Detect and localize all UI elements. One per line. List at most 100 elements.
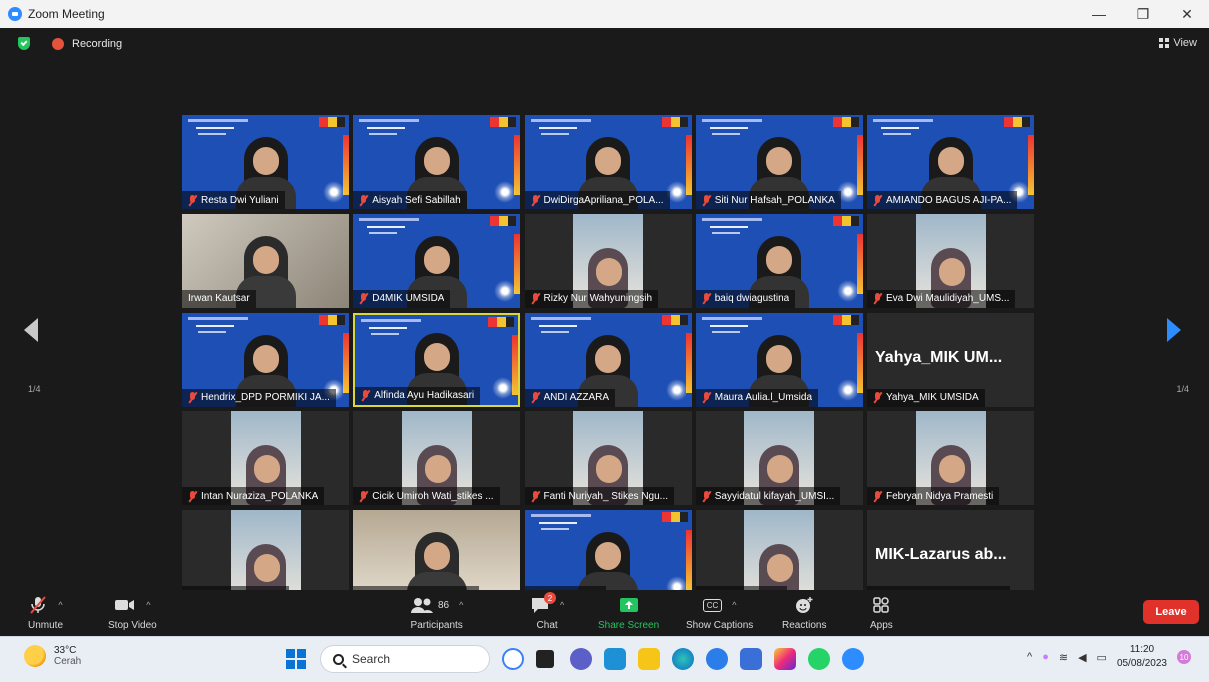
participant-tile[interactable]: Fanti Nuriyah_ Stikes Ngu... [524, 411, 692, 506]
participant-name-bar: DwiDirgaApriliana_POLA... [524, 191, 670, 209]
participant-tile[interactable]: Rizky Nur Wahyuningsih [524, 213, 692, 308]
event-banner-stripe [514, 135, 521, 195]
bing-icon[interactable] [502, 648, 524, 670]
store-icon[interactable] [740, 648, 762, 670]
participant-tile[interactable]: Alfinda Ayu Hadikasari [353, 312, 521, 407]
participant-tile[interactable]: Eva Dwi Maulidiyah_UMS... [867, 213, 1034, 308]
notification-badge[interactable]: 10 [1177, 650, 1191, 664]
participant-tile[interactable]: Cicik Umiroh Wati_stikes ... [353, 411, 521, 506]
chevron-up-icon[interactable]: ^ [1027, 651, 1032, 663]
participant-name-bar: Yahya_MIK UMSIDA [867, 388, 985, 407]
participant-tile[interactable]: ANDI AZZARA [524, 312, 692, 407]
restore-button[interactable]: ❐ [1121, 0, 1165, 28]
sunburst-decoration [492, 376, 515, 399]
participant-tile[interactable]: Febryan Nidya Pramesti [867, 411, 1034, 506]
search-placeholder: Search [352, 652, 391, 666]
participant-tile[interactable]: Irwan Kautsar [182, 213, 349, 308]
task-view-icon[interactable] [536, 650, 554, 668]
participant-name-bar: Maura Aulia.l_Umsida [695, 388, 819, 407]
edge-browser-icon[interactable] [672, 648, 694, 670]
view-button[interactable]: View [1159, 37, 1197, 49]
recording-label[interactable]: Recording [72, 38, 122, 50]
close-button[interactable]: ✕ [1165, 0, 1209, 28]
participant-name-bar: Aisyah Sefi Sabillah [353, 191, 467, 209]
participant-name-bar: ANDI AZZARA [524, 388, 616, 407]
whatsapp-icon[interactable] [808, 648, 830, 670]
event-banner-stripe [856, 332, 863, 393]
event-banner-text [711, 330, 740, 333]
participant-tile[interactable]: baiq dwiagustina [695, 213, 863, 308]
participant-tile[interactable]: Aisyah Sefi Sabillah [353, 115, 521, 209]
minimize-button[interactable]: — [1077, 0, 1121, 28]
windows-start-icon[interactable] [286, 649, 306, 669]
participant-tile[interactable]: DwiDirgaApriliana_POLA... [524, 115, 692, 209]
file-explorer-icon[interactable] [638, 648, 660, 670]
event-banner-text [196, 127, 234, 129]
participant-tile[interactable]: Yahya_MIK UM... Yahya_MIK UMSIDA [867, 312, 1034, 407]
event-banner-text [198, 133, 226, 135]
speaker-icon[interactable]: ◀ [1078, 651, 1086, 664]
participant-name: baiq dwiagustina [714, 293, 790, 305]
chevron-up-icon[interactable]: ^ [146, 600, 150, 610]
participant-tile[interactable]: Resta Dwi Yuliani [182, 115, 349, 209]
participant-tile[interactable]: Intan Nuraziza_POLANKA [182, 411, 349, 506]
leave-button[interactable]: Leave [1143, 600, 1199, 624]
chevron-up-icon[interactable]: ^ [58, 600, 62, 610]
chevron-up-icon[interactable]: ^ [459, 600, 463, 610]
battery-icon[interactable]: ▭ [1097, 651, 1107, 664]
participant-tile[interactable]: Sayyidatul kifayah_UMSI... [695, 411, 863, 506]
event-banner-text [711, 133, 740, 135]
chat-button[interactable]: 2 ^ Chat [530, 592, 564, 631]
participant-tile[interactable]: Hendrix_DPD PORMIKI JA... [182, 312, 349, 407]
reactions-button[interactable]: Reactions [782, 594, 826, 631]
prev-page-button[interactable] [20, 318, 50, 358]
next-page-button[interactable] [1165, 318, 1195, 358]
share-screen-label: Share Screen [598, 620, 660, 631]
security-shield-icon[interactable] [18, 37, 30, 50]
weather-widget[interactable]: 33°C Cerah [24, 645, 81, 667]
participant-tile[interactable]: D4MIK UMSIDA [353, 213, 521, 308]
participant-tile[interactable]: Siti Nur Hafsah_POLANKA [695, 115, 863, 209]
mic-icon[interactable]: ● [1042, 651, 1049, 663]
participant-name: AMIANDO BAGUS AJI-PA... [886, 194, 1012, 206]
event-banner-corner [832, 117, 859, 127]
participant-name-bar: Resta Dwi Yuliani [182, 191, 285, 209]
unmute-label: Unmute [28, 620, 64, 631]
mic-muted-icon [531, 293, 540, 304]
page-indicator-left: 1/4 [28, 384, 41, 394]
apps-button[interactable]: Apps [870, 594, 893, 631]
participant-name-bar: Fanti Nuriyah_ Stikes Ngu... [524, 487, 674, 506]
app-icon[interactable] [706, 648, 728, 670]
wifi-icon[interactable]: ≋ [1059, 651, 1068, 664]
mic-muted-icon [702, 194, 711, 206]
instagram-icon[interactable] [774, 648, 796, 670]
event-banner-stripe [514, 233, 521, 294]
video-camera-icon [115, 600, 135, 610]
event-banner-logo [530, 514, 591, 517]
window-title: Zoom Meeting [28, 7, 105, 21]
event-banner-stripe [343, 135, 349, 195]
mic-muted-icon [531, 194, 540, 206]
share-screen-button[interactable]: Share Screen [598, 594, 659, 631]
mic-muted-icon [361, 390, 370, 401]
unmute-button[interactable]: ^ Unmute [28, 594, 63, 631]
event-banner-stripe [343, 332, 349, 393]
app-icon[interactable] [604, 648, 626, 670]
chevron-up-icon[interactable]: ^ [560, 600, 564, 610]
weather-condition: Cerah [54, 656, 82, 667]
event-banner-text [709, 127, 748, 129]
mic-muted-icon [188, 194, 197, 206]
event-banner-corner [661, 512, 688, 522]
show-captions-button[interactable]: CC ^ Show Captions [686, 594, 753, 631]
participant-tile[interactable]: Maura Aulia.l_Umsida [695, 312, 863, 407]
participant-tile[interactable]: AMIANDO BAGUS AJI-PA... [867, 115, 1034, 209]
taskbar-search[interactable]: Search [320, 645, 490, 673]
meet-chat-icon[interactable] [570, 648, 592, 670]
taskbar-clock[interactable]: 11:20 05/08/2023 [1117, 643, 1167, 671]
participants-button[interactable]: 86 ^ Participants [410, 594, 463, 631]
apps-icon [873, 597, 890, 613]
stop-video-button[interactable]: ^ Stop Video [108, 594, 157, 631]
zoom-app-icon[interactable] [842, 648, 864, 670]
stop-video-label: Stop Video [108, 620, 157, 631]
chevron-up-icon[interactable]: ^ [732, 600, 736, 610]
